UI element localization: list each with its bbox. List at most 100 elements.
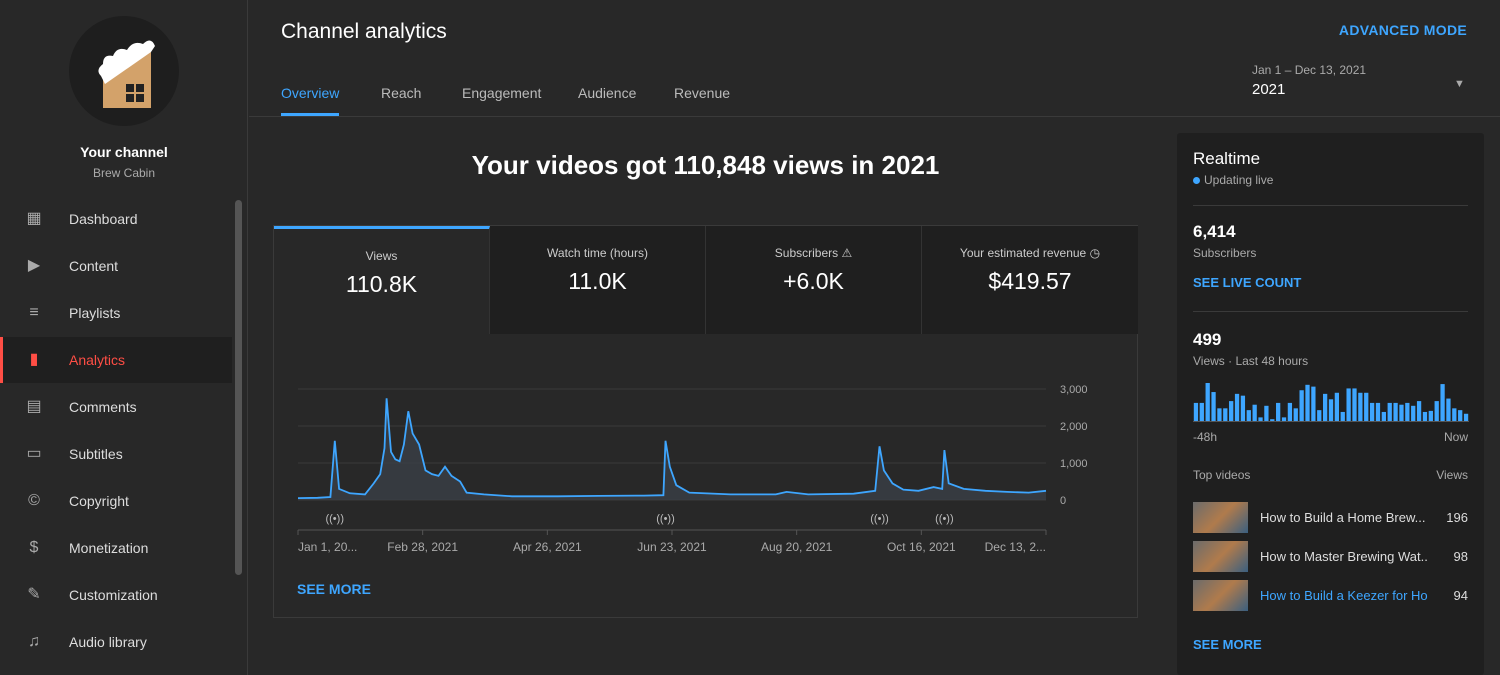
realtime-bar — [1205, 383, 1210, 421]
realtime-panel: Realtime Updating live 6,414 Subscribers… — [1177, 133, 1484, 675]
cabin-logo-icon — [98, 40, 155, 108]
axis-start: -48h — [1193, 430, 1218, 444]
sidebar-item-label: Comments — [69, 399, 137, 415]
sidebar-item-comments[interactable]: ▤ Comments — [0, 384, 232, 430]
realtime-title: Realtime — [1193, 149, 1261, 168]
top-video-row[interactable]: How to Build a Home Brew... 196 — [1193, 501, 1468, 533]
tab-audience[interactable]: Audience — [578, 85, 636, 113]
advanced-mode-button[interactable]: ADVANCED MODE — [1339, 22, 1467, 38]
realtime-bar — [1416, 401, 1422, 421]
realtime-bar — [1270, 419, 1275, 421]
audio-library-icon: ♫ — [28, 633, 40, 650]
views-headline: Your videos got 110,848 views in 2021 — [471, 150, 940, 180]
realtime-bar — [1393, 402, 1398, 421]
live-stream-icon: ((•)) — [935, 513, 954, 525]
sidebar-item-label: Audio library — [69, 634, 147, 650]
metrics-card: Views 110.8K Watch time (hours) 11.0K Su… — [273, 225, 1138, 618]
video-views: 94 — [1453, 587, 1468, 603]
top-video-row[interactable]: How to Master Brewing Wat... 98 — [1193, 540, 1468, 572]
date-range-value: 2021 — [1252, 81, 1286, 98]
realtime-bar — [1322, 393, 1328, 421]
y-tick-label: 2,000 — [1060, 421, 1088, 433]
copyright-icon: © — [28, 492, 40, 509]
sidebar-item-copyright[interactable]: © Copyright — [0, 478, 232, 524]
sidebar-item-playlists[interactable]: ≡ Playlists — [0, 290, 232, 336]
realtime-bar — [1334, 392, 1340, 421]
tab-overview[interactable]: Overview — [281, 85, 340, 116]
realtime-bar — [1405, 402, 1410, 421]
sidebar-item-customization[interactable]: ✎ Customization — [0, 572, 232, 618]
live-stream-icon: ((•)) — [656, 513, 675, 525]
video-thumbnail — [1193, 579, 1248, 611]
realtime-bar — [1446, 398, 1451, 421]
realtime-bar — [1381, 411, 1386, 421]
channel-name: Brew Cabin — [92, 166, 156, 180]
realtime-bar — [1299, 390, 1304, 421]
content-icon: ▶ — [27, 257, 41, 274]
sidebar-item-analytics[interactable]: ▮ Analytics — [0, 337, 232, 383]
sidebar-item-label: Content — [69, 258, 119, 274]
top-video-row[interactable]: How to Build a Keezer for Ho... 94 — [1193, 579, 1468, 611]
realtime-bar — [1411, 405, 1416, 421]
realtime-bar — [1246, 410, 1251, 421]
channel-avatar[interactable] — [69, 16, 179, 126]
views-column-label: Views — [1436, 468, 1468, 482]
realtime-bar — [1193, 402, 1199, 421]
sidebar-item-dashboard[interactable]: ▦ Dashboard — [0, 196, 232, 242]
realtime-bar-chart — [1193, 383, 1469, 422]
realtime-bar — [1311, 386, 1316, 421]
sidebar-item-content[interactable]: ▶ Content — [0, 243, 232, 289]
see-more-link[interactable]: SEE MORE — [297, 581, 371, 597]
realtime-status: Updating live — [1204, 173, 1274, 187]
realtime-bar — [1458, 410, 1463, 421]
realtime-bar — [1223, 408, 1228, 421]
x-tick-label: Aug 20, 2021 — [761, 540, 833, 554]
realtime-bar — [1276, 402, 1281, 421]
realtime-bar — [1281, 417, 1287, 421]
x-tick-label: Apr 26, 2021 — [513, 540, 582, 554]
realtime-bar — [1264, 405, 1269, 421]
realtime-bar — [1217, 408, 1222, 421]
views-chart: 0 1,000 2,000 3,000 ((•)) ((•)) ((•)) ((•)) Jan … — [297, 384, 1088, 554]
x-tick-label: Jan 1, 20... — [298, 540, 357, 554]
comments-icon: ▤ — [26, 398, 42, 415]
axis-end: Now — [1443, 430, 1468, 444]
see-live-count-link[interactable]: SEE LIVE COUNT — [1193, 275, 1301, 290]
realtime-see-more-link[interactable]: SEE MORE — [1193, 637, 1262, 652]
video-views: 98 — [1453, 548, 1468, 564]
video-thumbnail — [1193, 540, 1248, 572]
realtime-bar — [1229, 401, 1234, 421]
dollar-icon: $ — [29, 539, 39, 556]
video-title: How to Build a Home Brew... — [1260, 509, 1426, 525]
divider — [1193, 311, 1468, 312]
sidebar-item-label: Playlists — [69, 305, 121, 321]
video-title: How to Master Brewing Wat... — [1260, 548, 1428, 564]
sidebar-item-subtitles[interactable]: ▭ Subtitles — [0, 431, 232, 477]
tab-engagement[interactable]: Engagement — [462, 85, 541, 113]
realtime-bar — [1422, 411, 1428, 421]
tab-revenue[interactable]: Revenue — [674, 85, 730, 113]
date-range-detail: Jan 1 – Dec 13, 2021 — [1252, 63, 1367, 77]
realtime-bar — [1440, 384, 1445, 421]
realtime-bar — [1317, 410, 1322, 421]
realtime-bar — [1234, 393, 1240, 421]
realtime-bar — [1369, 402, 1375, 421]
playlists-icon: ≡ — [29, 304, 39, 321]
analytics-icon: ▮ — [29, 351, 39, 368]
x-tick-label: Dec 13, 2... — [985, 540, 1046, 554]
realtime-bar — [1428, 410, 1433, 421]
sidebar-item-monetization[interactable]: $ Monetization — [0, 525, 232, 571]
sidebar-item-audio-library[interactable]: ♫ Audio library — [0, 619, 232, 665]
realtime-bar — [1358, 392, 1363, 421]
sidebar-scrollbar[interactable] — [235, 200, 242, 575]
realtime-bar — [1211, 392, 1216, 421]
sidebar-item-label: Subtitles — [69, 446, 123, 462]
video-thumbnail — [1193, 501, 1248, 533]
tab-reach[interactable]: Reach — [381, 85, 421, 113]
sidebar: Your channel Brew Cabin ▦ Dashboard ▶ Conte… — [0, 0, 248, 675]
views-area — [298, 398, 1046, 500]
top-videos-label: Top videos — [1193, 468, 1251, 482]
sidebar-item-label: Copyright — [69, 493, 129, 509]
realtime-bar — [1387, 402, 1392, 421]
caret-down-icon: ▼ — [1454, 78, 1465, 90]
